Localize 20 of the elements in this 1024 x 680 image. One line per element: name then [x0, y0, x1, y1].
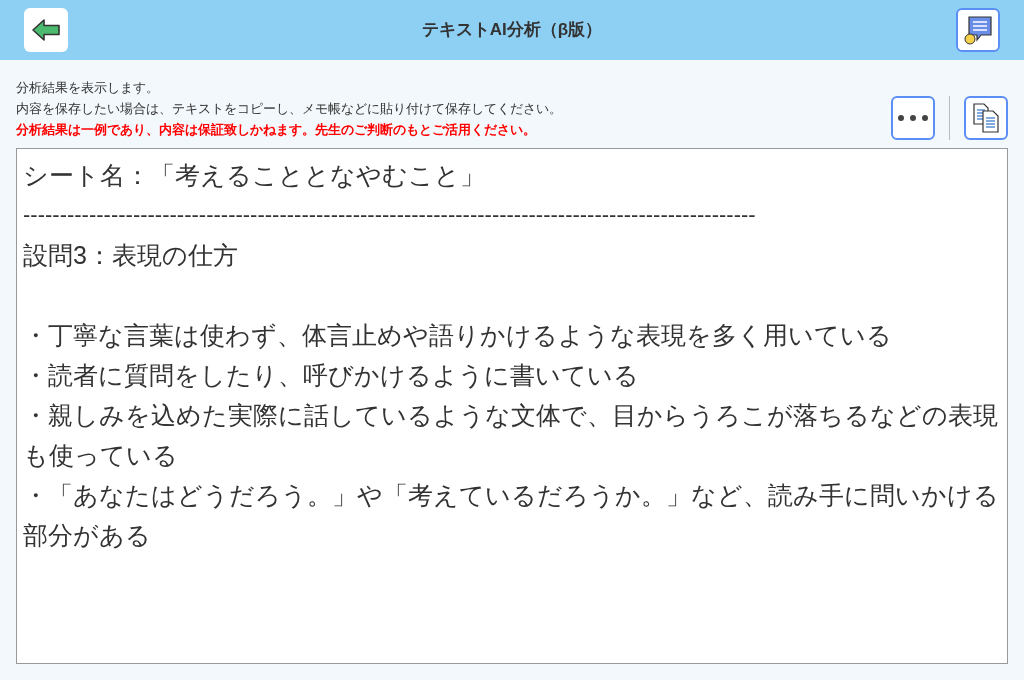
window-title: テキストAI分析（β版） [421, 19, 603, 42]
result-text-area[interactable] [16, 148, 1008, 664]
notice-text: 内容を保存したい場合は、テキストをコピーし、メモ帳などに貼り付けて保存してください。 [16, 100, 562, 118]
result-point-text: ・読者に質問をしたり、呼びかけるように書いている [23, 360, 640, 391]
divider-text: ---------------------------------------------------------------------------------------------------- [23, 201, 757, 229]
notice-text: 分析結果を表示します。 [16, 79, 160, 97]
result-point-text: ・親しみを込めた実際に話しているような文体で、目からうろこが落ちるなどの表現も使っている [23, 400, 999, 471]
question-text: 設問3：表現の仕方 [23, 240, 239, 271]
back-arrow-icon [31, 18, 61, 42]
result-point-text: ・「あなたはどうだろう。」や「考えているだろうか。」など、読み手に問いかける部分がある [23, 480, 1000, 551]
result-point-text: ・丁寧な言葉は使わず、体言止めや語りかけるような表現を多く用いている [23, 320, 893, 351]
sheet-title-text: シート名：「考えることとなやむこと」 [23, 160, 486, 191]
speech-bubble-icon [963, 15, 993, 45]
notice-text: 分析結果は一例であり、内容は保証致しかねます。先生のご判断のもとご活用ください。 [16, 121, 537, 139]
copy-button[interactable] [964, 96, 1008, 140]
chat-button[interactable] [956, 8, 1000, 52]
more-button[interactable] [891, 96, 935, 140]
back-button[interactable] [24, 8, 68, 52]
copy-icon [972, 103, 1000, 133]
more-icon [898, 115, 928, 121]
